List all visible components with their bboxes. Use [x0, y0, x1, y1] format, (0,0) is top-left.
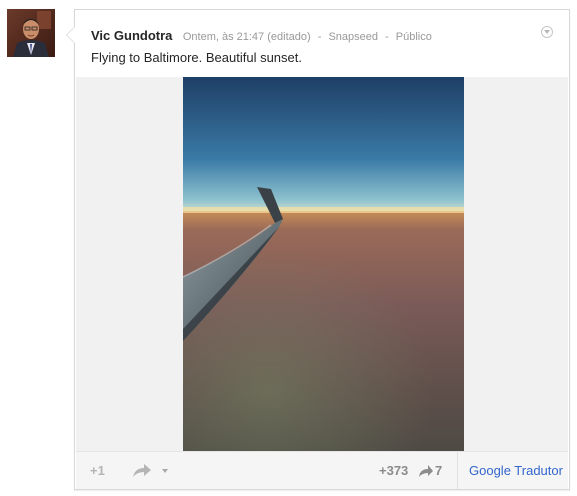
post-text: Flying to Baltimore. Beautiful sunset.: [91, 50, 302, 65]
post-menu-button[interactable]: [541, 26, 553, 38]
share-count[interactable]: 7: [435, 463, 442, 478]
translate-link[interactable]: Google Tradutor: [469, 463, 563, 478]
plus-one-button[interactable]: +1: [90, 463, 105, 478]
post-timestamp[interactable]: Ontem, às 21:47 (editado): [183, 31, 311, 43]
post-app[interactable]: Snapseed: [328, 31, 378, 43]
meta-separator: -: [385, 31, 389, 43]
plus-one-count[interactable]: +373: [379, 463, 408, 478]
reshare-arrow-glyph: [419, 465, 433, 477]
author-name[interactable]: Vic Gundotra: [91, 28, 172, 43]
reshare-arrow-icon[interactable]: [418, 464, 434, 478]
sunset-wing-image: [183, 77, 464, 451]
action-divider: [457, 452, 458, 489]
author-avatar[interactable]: [7, 9, 55, 57]
share-button[interactable]: [132, 462, 152, 478]
share-arrow-icon: [133, 464, 151, 477]
caret-down-icon[interactable]: [162, 469, 168, 473]
post-meta: Ontem, às 21:47 (editado) - Snapseed - P…: [183, 31, 432, 43]
post-visibility[interactable]: Público: [396, 31, 432, 43]
post-card: Vic Gundotra Ontem, às 21:47 (editado) -…: [74, 9, 570, 490]
post-header: Vic Gundotra Ontem, às 21:47 (editado) -…: [91, 28, 432, 44]
post-stage: Vic Gundotra Ontem, às 21:47 (editado) -…: [0, 0, 577, 496]
card-pointer-fill: [67, 27, 75, 43]
action-bar: +1 +373 7 Google Tradutor: [76, 451, 568, 489]
chevron-down-icon: [544, 30, 550, 34]
photo-area: [76, 77, 568, 451]
meta-separator: -: [317, 31, 322, 43]
avatar-image: [7, 9, 55, 57]
post-photo[interactable]: [183, 77, 464, 451]
